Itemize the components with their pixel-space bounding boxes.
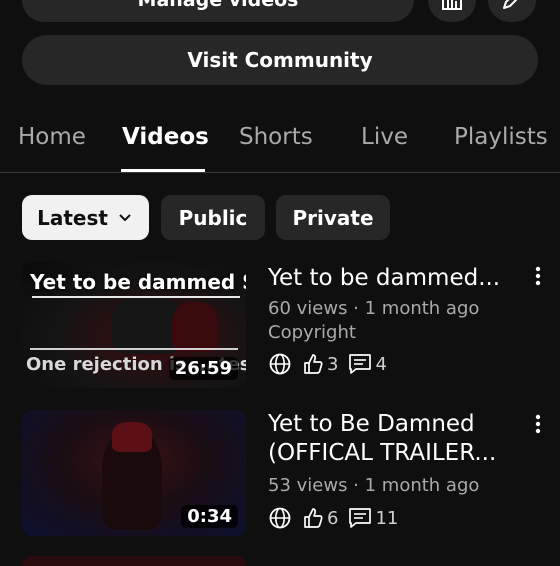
chevron-down-icon [119, 213, 131, 221]
comment-icon [349, 508, 372, 528]
tab-live[interactable]: Live [361, 124, 408, 150]
video-duration: 26:59 [168, 357, 238, 380]
video-meta: 60 views · 1 month ago [268, 298, 480, 319]
video-stats: 3 4 [268, 352, 397, 376]
comment-count: 4 [375, 353, 387, 375]
thumbnail-figure [112, 422, 152, 452]
thumbs-up-icon [304, 508, 323, 528]
video-thumbnail[interactable]: 0:34 [22, 410, 246, 536]
video-restriction: Copyright [268, 322, 356, 343]
video-menu-button[interactable] [532, 412, 544, 436]
active-tab-indicator [121, 169, 205, 172]
next-video-thumbnail[interactable] [22, 556, 246, 566]
tab-home[interactable]: Home [18, 124, 86, 150]
tab-shorts[interactable]: Shorts [239, 124, 313, 150]
video-title-line: Yet to Be Damned [268, 411, 475, 437]
edit-channel-button[interactable] [488, 0, 536, 22]
analytics-icon [442, 0, 462, 10]
tab-playlists[interactable]: Playlists [454, 124, 548, 150]
chip-latest-label: Latest [37, 205, 108, 230]
globe-icon [269, 507, 291, 529]
thumbnail-figure [172, 302, 218, 352]
manage-videos-button[interactable]: Manage videos [22, 0, 414, 22]
more-vert-icon [535, 414, 541, 434]
video-title[interactable]: Yet to Be Damned (OFFICAL TRAILER... [268, 410, 518, 468]
like-count: 3 [327, 353, 339, 375]
pencil-icon [503, 0, 518, 9]
video-stats: 6 11 [268, 506, 408, 530]
comment-icon [349, 354, 372, 374]
thumbs-up-icon [304, 354, 323, 374]
globe-icon [269, 353, 291, 375]
thumbnail-divider [32, 296, 240, 298]
thumbnail-divider [30, 348, 238, 350]
video-title-line: (OFFICAL TRAILER... [268, 440, 497, 466]
analytics-button[interactable] [428, 0, 476, 22]
video-thumbnail[interactable]: Yet to be dammed S1 EP One rejection is … [22, 262, 246, 388]
chip-private[interactable]: Private [276, 195, 390, 240]
tab-videos[interactable]: Videos [122, 124, 209, 150]
channel-tabs: Home Videos Shorts Live Playlists [0, 110, 560, 173]
video-duration: 0:34 [181, 505, 238, 528]
video-item[interactable]: 0:34 Yet to Be Damned (OFFICAL TRAILER..… [22, 410, 560, 536]
like-count: 6 [327, 507, 339, 529]
chip-public[interactable]: Public [161, 195, 265, 240]
chip-latest[interactable]: Latest [22, 195, 149, 240]
thumbnail-caption: Yet to be dammed S1 EP [30, 270, 246, 294]
comment-count: 11 [375, 507, 399, 529]
visit-community-button[interactable]: Visit Community [22, 35, 538, 85]
video-meta: 53 views · 1 month ago [268, 475, 480, 496]
video-item[interactable]: Yet to be dammed S1 EP One rejection is … [22, 262, 560, 388]
more-vert-icon [535, 266, 541, 286]
video-menu-button[interactable] [532, 264, 544, 288]
video-title[interactable]: Yet to be dammed... [268, 264, 518, 293]
top-actions-row: Manage videos [22, 0, 538, 22]
